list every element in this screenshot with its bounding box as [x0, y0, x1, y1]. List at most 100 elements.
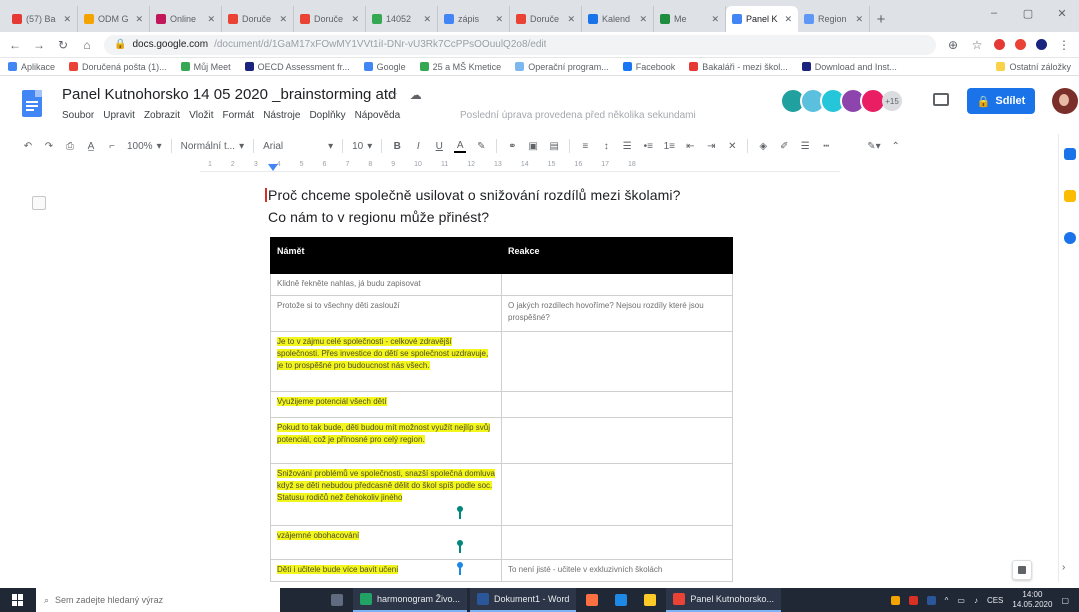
bulleted-list-icon[interactable]: •≡ — [642, 141, 654, 152]
tasks-icon[interactable] — [1064, 232, 1076, 244]
topic-cell[interactable]: Protože si to všechny děti zaslouží — [270, 295, 502, 332]
checklist-icon[interactable]: ☰ — [621, 141, 633, 152]
calendar-icon[interactable] — [1064, 148, 1076, 160]
browser-tab[interactable]: Panel K ✕ — [726, 6, 798, 32]
topic-cell[interactable]: Využijeme potenciál všech dětí — [270, 391, 502, 418]
maximize-icon[interactable]: ▢ — [1011, 0, 1045, 26]
chevron-right-icon[interactable]: › — [1062, 562, 1065, 573]
back-icon[interactable]: ← — [8, 38, 22, 52]
border-width-icon[interactable]: ☰ — [799, 141, 811, 152]
taskbar-app[interactable] — [637, 588, 663, 612]
spellcheck-icon[interactable]: A̲ — [85, 141, 97, 152]
collapse-menu-icon[interactable]: ⌃ — [890, 141, 902, 152]
style-select[interactable]: Normální t... ▾ — [181, 141, 245, 152]
taskbar-app[interactable]: Panel Kutnohorsko... — [666, 588, 781, 612]
topic-cell[interactable]: Snižování problémů ve společnosti, snazš… — [270, 463, 502, 526]
browser-tab[interactable]: Doruče ✕ — [510, 6, 582, 32]
image-icon[interactable]: ▤ — [548, 141, 560, 152]
align-icon[interactable]: ≡ — [579, 141, 591, 152]
menu-item[interactable]: Zobrazit — [144, 110, 180, 121]
browser-tab[interactable]: Online ✕ — [150, 6, 222, 32]
tab-close-icon[interactable]: ✕ — [423, 14, 431, 25]
home-icon[interactable]: ⌂ — [80, 38, 94, 52]
tab-close-icon[interactable]: ✕ — [63, 14, 71, 25]
browser-tab[interactable]: Doruče ✕ — [294, 6, 366, 32]
star-icon[interactable]: ☆ — [387, 88, 398, 102]
menu-item[interactable]: Soubor — [62, 110, 94, 121]
taskbar-app[interactable]: harmonogram Živo... — [353, 588, 468, 612]
tab-close-icon[interactable]: ✕ — [279, 14, 287, 25]
link-icon[interactable]: ⚭ — [506, 141, 518, 152]
menu-item[interactable]: Formát — [223, 110, 255, 121]
menu-item[interactable]: Upravit — [103, 110, 135, 121]
new-tab-button[interactable]: + — [870, 6, 892, 32]
clock[interactable]: 14:00 14.05.2020 — [1012, 590, 1052, 610]
topic-cell[interactable]: Pokud to tak bude, děti budou mít možnos… — [270, 417, 502, 464]
font-select[interactable]: Arial ▾ — [263, 141, 333, 152]
taskbar-app[interactable]: Dokument1 - Word — [470, 588, 577, 612]
reaction-cell[interactable] — [501, 331, 733, 392]
bookmark-item[interactable]: Operační program... — [515, 62, 609, 72]
browser-tab[interactable]: Doruče ✕ — [222, 6, 294, 32]
browser-tab[interactable]: 14052 ✕ — [366, 6, 438, 32]
menu-item[interactable]: Vložit — [189, 110, 213, 121]
tab-close-icon[interactable]: ✕ — [207, 14, 215, 25]
topic-cell[interactable]: vzájemné obohacování — [270, 525, 502, 560]
editing-mode-icon[interactable]: ✎▾ — [867, 141, 880, 152]
url-input[interactable]: 🔒 docs.google.com /document/d/1GaM17xFOw… — [104, 34, 936, 55]
decrease-indent-icon[interactable]: ⇤ — [684, 141, 696, 152]
text-color-icon[interactable]: A — [454, 140, 467, 153]
start-button[interactable] — [0, 588, 36, 612]
numbered-list-icon[interactable]: 1≡ — [663, 141, 675, 152]
tab-close-icon[interactable]: ✕ — [135, 14, 143, 25]
language-indicator[interactable]: CES — [987, 596, 1003, 605]
extension-icon[interactable] — [994, 39, 1005, 50]
taskbar-app[interactable] — [608, 588, 634, 612]
table-header-topic[interactable]: Námět — [270, 237, 502, 274]
explore-button[interactable] — [1012, 560, 1032, 580]
close-window-icon[interactable]: ✕ — [1045, 0, 1079, 26]
tab-close-icon[interactable]: ✕ — [711, 14, 719, 25]
reaction-cell[interactable]: O jakých rozdílech hovoříme? Nejsou rozd… — [501, 295, 733, 332]
extension-icon[interactable] — [1015, 39, 1026, 50]
browser-tab[interactable]: Me ✕ — [654, 6, 726, 32]
font-size-select[interactable]: 10 ▾ — [352, 141, 372, 152]
topic-cell[interactable]: Je to v zájmu celé společnosti - celkové… — [270, 331, 502, 392]
reload-icon[interactable]: ↻ — [56, 38, 70, 52]
comment-history-icon[interactable] — [933, 93, 949, 106]
paint-format-icon[interactable]: ⌐ — [106, 141, 118, 152]
browser-tab[interactable]: ODM G ✕ — [78, 6, 150, 32]
bookmark-item[interactable]: Google — [363, 62, 406, 72]
undo-icon[interactable]: ↶ — [22, 141, 34, 152]
bookmark-item[interactable]: Download and Inst... — [801, 62, 897, 72]
redo-icon[interactable]: ↷ — [43, 141, 55, 152]
minimize-icon[interactable]: – — [977, 0, 1011, 26]
bookmark-item[interactable]: Bakaláři - mezi škol... — [689, 62, 788, 72]
volume-icon[interactable]: ♪ — [974, 596, 978, 605]
print-icon[interactable]: ⎙ — [64, 141, 76, 152]
zoom-select[interactable]: 100% ▾ — [127, 141, 162, 152]
menu-item[interactable]: Doplňky — [309, 110, 345, 121]
more-collaborators-badge[interactable]: +15 — [882, 91, 902, 111]
bookmark-item[interactable]: Aplikace — [8, 62, 55, 72]
document-outline-icon[interactable] — [32, 196, 46, 210]
forward-icon[interactable]: → — [32, 38, 46, 52]
tray-app-icon[interactable] — [908, 595, 918, 605]
tray-app-icon[interactable] — [890, 595, 900, 605]
other-bookmarks[interactable]: Ostatní záložky — [996, 62, 1071, 72]
topic-cell[interactable]: Klidně řekněte nahlas, já budu zapisovat — [270, 273, 502, 296]
menu-item[interactable]: Nástroje — [263, 110, 300, 121]
taskbar-app[interactable] — [324, 588, 350, 612]
menu-item[interactable]: Nápověda — [355, 110, 401, 121]
underline-icon[interactable]: U — [433, 141, 445, 152]
border-dash-icon[interactable]: ┅ — [820, 141, 832, 152]
bookmark-item[interactable]: 25 a MŠ Kmetice — [419, 62, 501, 72]
tray-app-icon[interactable] — [926, 595, 936, 605]
reaction-cell[interactable] — [501, 525, 733, 560]
zoom-icon[interactable]: ⊕ — [946, 38, 960, 52]
bookmark-star-icon[interactable]: ☆ — [970, 38, 984, 52]
tab-close-icon[interactable]: ✕ — [567, 14, 575, 25]
reaction-cell[interactable] — [501, 273, 733, 296]
browser-tab[interactable]: zápis ✕ — [438, 6, 510, 32]
tab-close-icon[interactable]: ✕ — [495, 14, 503, 25]
